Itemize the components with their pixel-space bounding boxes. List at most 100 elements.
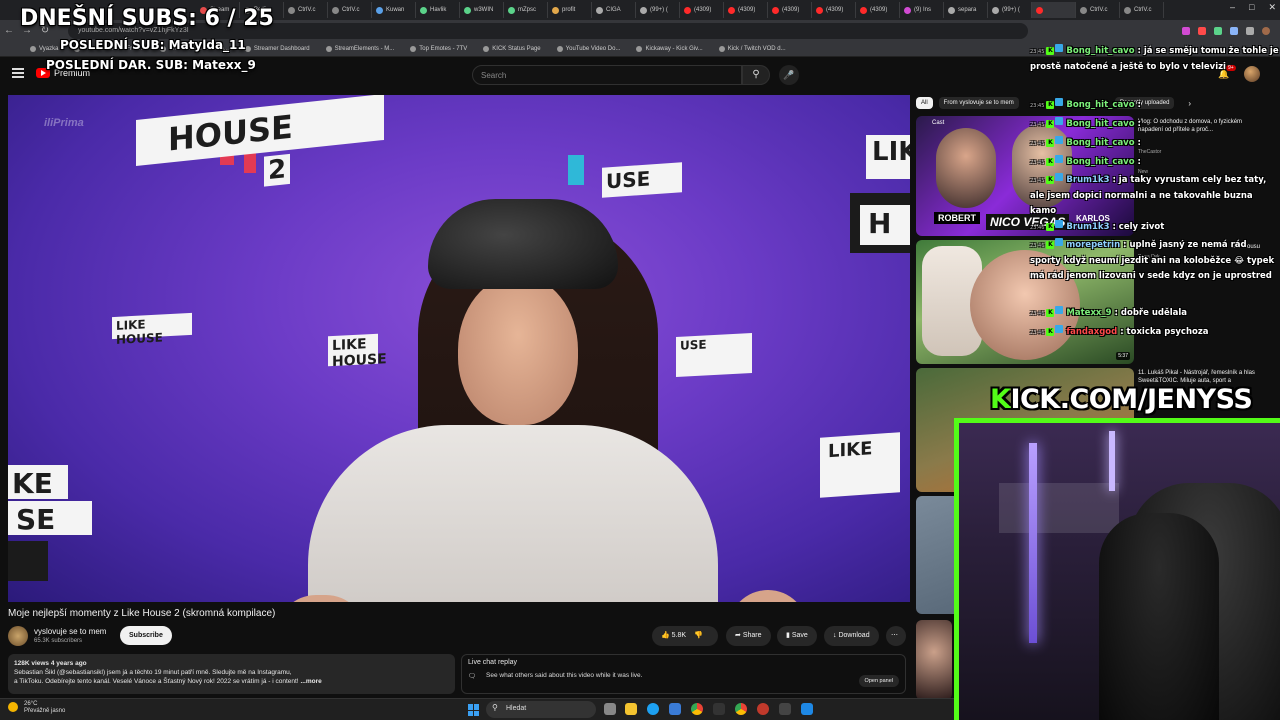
search-icon[interactable]: ⚲ [742,65,770,85]
save-button[interactable]: ▮ Save [777,626,817,646]
browser-tab[interactable]: (4309) [680,2,724,18]
chat-timestamp: 23:45 [1030,141,1045,147]
start-icon[interactable] [468,704,480,716]
thumbs-down-icon[interactable]: 👎 [694,632,703,639]
browser-tab[interactable] [1032,2,1076,18]
task-view-icon[interactable] [604,703,616,715]
back-icon[interactable]: ← [0,25,18,36]
subscriber-badge-icon [1055,306,1064,314]
bookmark-item[interactable]: YouTube Video Do... [556,45,620,52]
browser-tab[interactable]: CtrlV.c [328,2,372,18]
bookmark-favicon-icon [30,45,36,52]
weather-icon[interactable] [8,702,18,712]
extension-icon[interactable] [1214,26,1222,35]
extension-icon[interactable] [1230,26,1238,35]
microphone-icon[interactable]: 🎤 [779,65,799,85]
app-icon[interactable] [757,703,769,715]
chat-message: 23:45 K Bong_hit_cavo : [1030,117,1280,133]
recommendation-thumbnail[interactable] [916,620,952,700]
browser-tab[interactable]: CtrlV.c [1076,2,1120,18]
browser-tab[interactable]: (99+) ( [988,2,1032,18]
chrome-icon[interactable] [735,703,747,715]
app-icon[interactable] [801,703,813,715]
close-icon[interactable]: ✕ [1268,2,1276,13]
like-button[interactable]: 👍 5.8K 👎 [652,626,718,646]
profile-icon[interactable] [1262,26,1270,35]
bookmark-favicon-icon [718,45,725,52]
channel-watermark: iliPrima [44,117,84,129]
browser-tab[interactable]: w3WIN [460,2,504,18]
more-actions-icon[interactable]: ⋯ [886,626,906,646]
menu-icon[interactable] [12,68,24,78]
chat-message: 23:45 K Bong_hit_cavo : já se směju tomu ž… [1030,44,1280,75]
browser-tab[interactable]: CtrlV.c [284,2,328,18]
browser-tab[interactable]: Havlik [416,2,460,18]
channel-avatar[interactable] [8,626,28,646]
chat-replay-subtitle-text: See what others said about this video wh… [486,672,643,679]
store-icon[interactable] [669,703,681,715]
weather-widget[interactable]: 26°C Převážně jasno [24,701,65,715]
browser-tab[interactable]: (4309) [856,2,900,18]
taskbar-search[interactable]: Hledat [486,701,596,718]
minimize-icon[interactable]: – [1230,2,1235,13]
chat-timestamp: 23:46 [1030,243,1045,249]
browser-tab[interactable]: separa [944,2,988,18]
bookmark-label: Top Emotes - 7TV [419,45,468,52]
browser-tab[interactable]: (4309) [724,2,768,18]
tab-label: (4309) [694,7,712,13]
bookmark-item[interactable]: Kickaway - Kick Giv... [636,45,703,52]
bookmark-icon: ▮ [786,632,790,639]
bookmark-favicon-icon [636,45,643,52]
file-explorer-icon[interactable] [625,703,637,715]
more-link[interactable]: ...more [300,678,321,685]
search-input[interactable]: Search [472,65,742,85]
bookmark-favicon-icon [410,45,417,52]
kick-badge-icon: K [1046,120,1055,128]
description-box[interactable]: 128K views 4 years ago Sebastian Šikl (@… [8,654,455,694]
extension-icon[interactable] [1246,26,1254,35]
bookmark-item[interactable]: KICK Status Page [483,45,541,52]
bookmark-item[interactable]: Top Emotes - 7TV [410,45,468,52]
filter-chip-channel[interactable]: From vyslovuje se to mem [938,97,1019,109]
chat-timestamp: 23:45 [1030,178,1045,184]
browser-tab[interactable]: (4309) [768,2,812,18]
windows-taskbar: 26°C Převážně jasno Hledat ⚲ [0,698,954,720]
chrome-icon[interactable] [691,703,703,715]
chat-text: : [1137,157,1141,167]
browser-tab[interactable]: CIGA [592,2,636,18]
download-button[interactable]: ↓ Download [824,626,879,646]
extension-icon[interactable] [1198,26,1206,35]
bookmark-item[interactable]: Vyazka [30,45,58,52]
browser-tab[interactable]: (9) Ins [900,2,944,18]
filter-chip-all[interactable]: All [916,97,933,109]
bookmark-label: Kickaway - Kick Giv... [645,45,703,52]
app-icon[interactable] [779,703,791,715]
maximize-icon[interactable]: □ [1249,2,1254,13]
bookmark-item[interactable]: StreamElements - M... [325,45,394,52]
tab-favicon-icon [992,6,999,14]
tab-favicon-icon [332,6,339,14]
browser-tab[interactable]: Kuwan [372,2,416,18]
terminal-icon[interactable] [713,703,725,715]
browser-tab[interactable]: mZpsc [504,2,548,18]
browser-tab[interactable]: (4309) [812,2,856,18]
extension-icon[interactable] [1182,26,1190,35]
subscribe-button[interactable]: Subscribe [120,626,172,645]
edge-icon[interactable] [647,703,659,715]
window-controls: – □ ✕ [1230,2,1276,13]
thumbnail-label: Cast [932,120,945,126]
browser-tab[interactable]: CtrlV.c [1120,2,1164,18]
bookmark-item[interactable]: Kick / Twitch VOD d... [718,45,786,52]
open-panel-button[interactable]: Open panel [858,675,899,687]
bookmark-item[interactable]: Streamer Dashboard [244,45,310,52]
recommendation-title[interactable]: 11. Lukáš Pikal - Nástrojář, řemeslník a… [1138,369,1264,385]
chat-message: 23:45 K Bong_hit_cavo : [1030,136,1280,152]
browser-tab[interactable]: (99+) ( [636,2,680,18]
share-button[interactable]: ➦ Share [726,626,771,646]
channel-name[interactable]: vyslovuje se to mem [34,627,106,636]
video-player[interactable]: iliPrima HOUSE 2 USE LIKE HOUSE H LIKE U… [8,95,910,602]
browser-tab[interactable]: profit [548,2,592,18]
chat-username: morepetrin [1066,240,1121,250]
chat-message: 23:46 K Matexx_9 : dobře udělala [1030,306,1280,322]
kick-badge-icon: K [1046,158,1055,166]
